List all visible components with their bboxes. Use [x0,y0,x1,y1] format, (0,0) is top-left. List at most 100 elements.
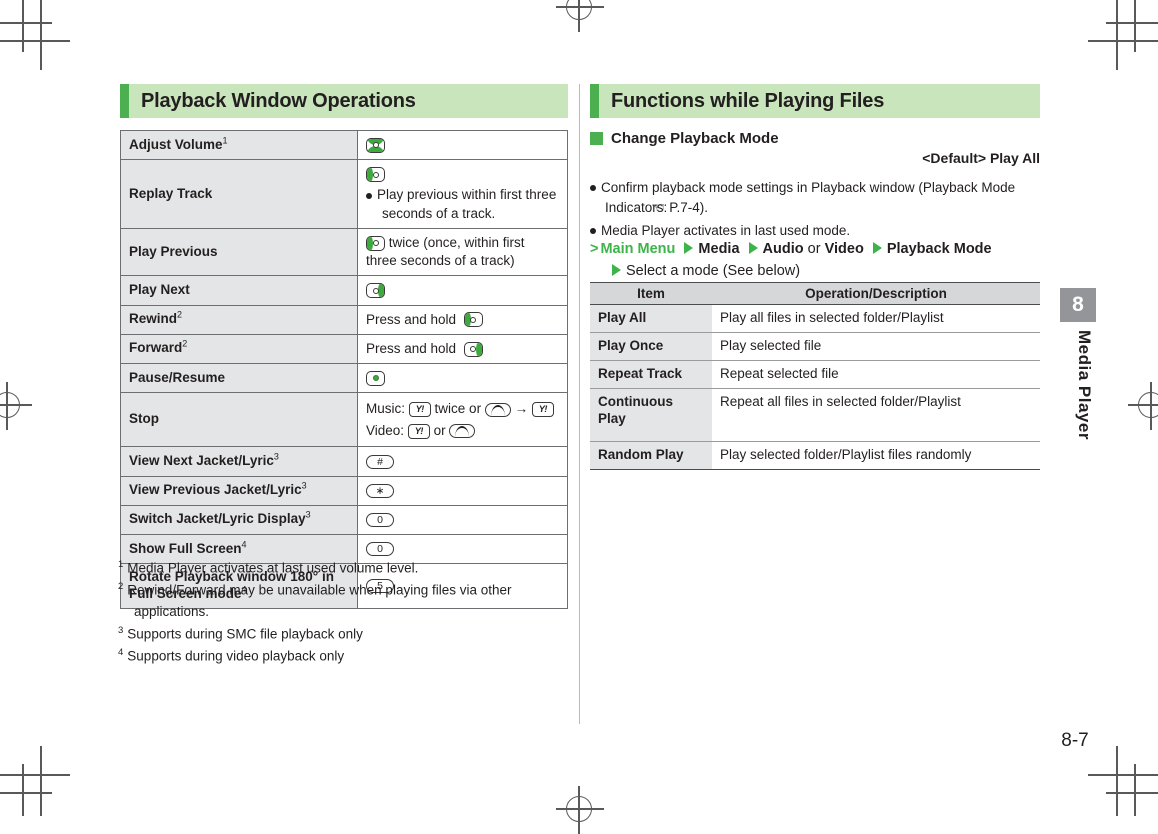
mode-description: Play all files in selected folder/Playli… [712,304,1040,333]
nav-key-up-down-icon [366,137,385,153]
manual-page: Playback Window Operations Adjust Volume… [0,0,1158,834]
menu-arrow-icon [748,242,758,254]
note-item: Confirm playback mode settings in Playba… [590,178,1045,219]
footnote-number: 2 [118,581,124,593]
footnote-item: 4 Supports during video playback only [118,646,578,667]
registration-mark-left [0,382,32,430]
crop-mark-bottom-right-h2 [1088,774,1158,776]
row-label: View Next Jacket/Lyric [129,453,274,469]
chapter-tab: 8 Media Player [1060,288,1096,440]
subsection-heading-text: Change Playback Mode [611,130,779,147]
bullet-icon [590,185,596,192]
table-row: Pause/Resume [120,362,568,394]
mode-item: Repeat Track [590,360,712,389]
stop-video-prefix: Video: [366,422,405,438]
footnote-ref: 1 [222,135,228,146]
table-row: Random Play Play selected folder/Playlis… [590,441,1040,470]
row-label: Pause/Resume [129,369,226,385]
footnote-ref: 4 [241,539,247,550]
bullet-icon [366,192,372,199]
row-value-cell [357,129,568,161]
mode-item: Play All [590,304,712,333]
row-label: View Previous Jacket/Lyric [129,482,302,498]
footnote-ref: 3 [273,451,279,462]
footnote-text: Supports during video playback only [127,648,345,664]
footnote-item: 2 Rewind/Forward may be unavailable when … [118,580,578,622]
menu-path-marker: > [590,241,599,257]
row-label-cell: Play Previous [120,227,358,277]
nav-fill-right [475,342,482,356]
menu-arrow-icon [684,242,694,254]
footnote-text: Rewind/Forward may be unavailable when p… [127,582,512,619]
table-row: Forward2 Press and hold [120,333,568,364]
menu-path-start: Main Menu [600,241,676,257]
registration-mark-right [1128,382,1158,430]
row-label-cell: Pause/Resume [120,362,358,394]
menu-final-step: Select a mode (See below) [626,263,801,280]
nav-key-right-icon [463,341,483,357]
menu-arrow-icon [872,242,882,254]
row-label-cell: Play Next [120,275,358,306]
footnote-item: 3 Supports during SMC file playback only [118,624,578,645]
nav-fill-left [367,168,373,182]
crop-mark-bottom-left-h [0,792,52,794]
soft-key-yahoo-icon: Y! [407,423,430,439]
stop-arrow: → [514,401,529,417]
row-label: Forward [129,340,183,356]
row-value-text: twice (once, within first three seconds … [366,234,525,269]
row-label-cell: Switch Jacket/Lyric Display3 [120,504,358,536]
row-label-cell: Rewind2 [120,304,358,335]
menu-or-word: or [807,241,821,257]
footnote-number: 1 [118,559,124,570]
row-value-text: Press and hold [366,340,457,356]
row-label: Adjust Volume [129,136,223,152]
mode-description: Repeat all files in selected folder/Play… [712,388,1040,442]
left-heading-text: Playback Window Operations [141,89,416,112]
menu-path: > Main Menu Media Audio or Video Playback… [590,238,1050,283]
footnote-ref: 2 [177,309,183,320]
nav-key-center-icon [366,370,385,386]
row-value-cell: Play previous within first three seconds… [357,159,568,229]
footnote-item: 1 Media Player activates at last used vol… [118,558,578,579]
nav-center-dot [372,240,379,247]
row-value-cell [357,275,568,306]
hash-key-icon: # [366,454,394,469]
row-value-cell: ∗ [357,475,568,506]
footnote-text: Supports during SMC file playback only [127,626,363,642]
crop-mark-top-left-h [0,22,52,24]
heading-accent-bar [590,84,599,118]
playback-mode-table: Item Operation/Description Play All Play… [590,282,1040,470]
row-value-text: Press and hold [366,311,457,327]
crop-mark-top-right-h2 [1088,40,1158,42]
footnote-number: 3 [118,624,124,636]
subsection-heading: Change Playback Mode [590,130,779,147]
bullet-icon [590,227,596,234]
chapter-number: 8 [1060,288,1096,322]
nav-key-left-icon [463,312,483,328]
table-row: Repeat Track Repeat selected file [590,360,1040,389]
row-value-cell [357,362,568,394]
green-square-icon [590,132,603,145]
crop-mark-top-right-v [1134,0,1136,52]
row-label: Rewind [129,311,178,327]
menu-path-final-row: Select a mode (See below) [590,260,1050,282]
mode-description: Play selected folder/Playlist files rand… [712,441,1040,470]
row-label: Stop [129,411,159,427]
menu-arrow-icon [612,264,621,277]
row-value-cell: 0 [357,504,568,536]
column-header-description: Operation/Description [712,282,1040,305]
stop-music-mid: twice or [434,401,482,417]
mode-item: Play Once [590,332,712,361]
table-row: Adjust Volume1 [120,129,568,161]
playback-operations-table: Adjust Volume1 Replay Track Play previou… [120,129,568,609]
registration-mark-bottom [556,786,604,834]
row-label-cell: Replay Track [120,159,358,229]
table-header-row: Item Operation/Description [590,282,1040,305]
right-heading-text: Functions while Playing Files [611,89,885,112]
row-label: Play Next [129,281,190,297]
column-header-item: Item [590,282,712,305]
table-row: View Next Jacket/Lyric3 # [120,446,568,477]
nav-center-dot [372,375,379,382]
asterisk-key-icon: ∗ [366,484,394,499]
row-label-cell: Stop [120,392,358,448]
